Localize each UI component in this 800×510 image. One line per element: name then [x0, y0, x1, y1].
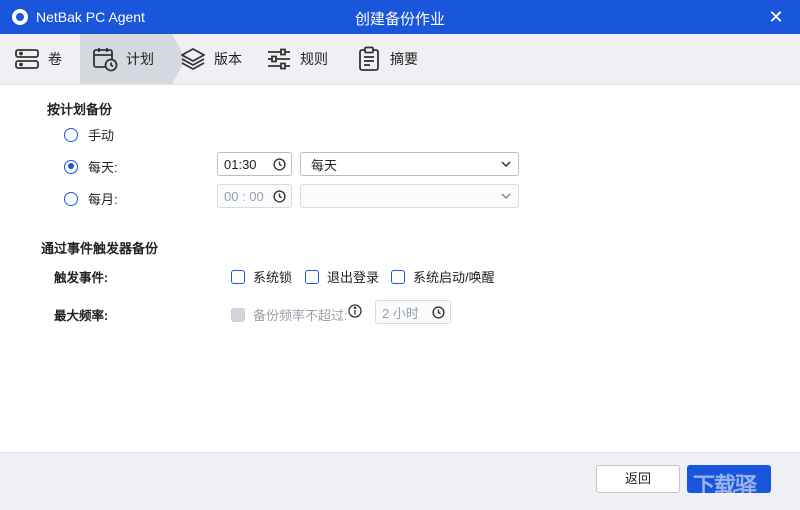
step-label: 计划: [126, 51, 154, 67]
dialog-footer: [0, 452, 800, 510]
radio-manual[interactable]: 手动: [64, 125, 114, 144]
daily-frequency-select[interactable]: 每天: [300, 152, 519, 176]
step-label: 摘要: [390, 51, 418, 67]
radio-daily[interactable]: 每天:: [64, 157, 118, 176]
radio-monthly[interactable]: 每月:: [64, 189, 118, 208]
window-title: 创建备份作业: [354, 11, 445, 28]
step-label: 卷: [48, 51, 62, 67]
checkbox[interactable]: [305, 269, 319, 284]
chevron-down-icon: [494, 192, 518, 200]
step-label: 版本: [214, 51, 242, 67]
radio-button[interactable]: [64, 159, 78, 174]
step-schedule[interactable]: 计划: [80, 34, 172, 84]
radio-button[interactable]: [64, 191, 78, 206]
layers-icon: [180, 46, 206, 72]
step-rules[interactable]: 规则: [266, 34, 328, 84]
trigger-events-label: 触发事件:: [54, 271, 109, 285]
chevron-down-icon: [494, 160, 518, 168]
volume-icon: [14, 46, 40, 72]
schedule-section-title: 按计划备份: [47, 102, 113, 117]
daily-time-picker[interactable]: 01:30: [217, 152, 292, 176]
radio-label: 每月:: [88, 192, 118, 207]
clipboard-list-icon: [356, 46, 382, 72]
step-versions[interactable]: 版本: [180, 34, 242, 84]
back-button[interactable]: 返回: [596, 465, 680, 493]
checkbox[interactable]: [391, 269, 405, 284]
info-icon[interactable]: [348, 304, 362, 321]
clock-icon: [267, 189, 291, 203]
trigger-logout[interactable]: 退出登录: [305, 267, 379, 286]
rate-limit-option[interactable]: 备份频率不超过:: [231, 305, 348, 324]
checkbox[interactable]: [231, 269, 245, 284]
clock-icon: [267, 157, 291, 171]
trigger-system-lock[interactable]: 系统锁: [231, 267, 292, 286]
checkbox[interactable]: [231, 307, 245, 322]
trigger-startup-wake[interactable]: 系统启动/唤醒: [391, 267, 495, 286]
checkbox-label: 系统锁: [253, 270, 293, 285]
step-summary[interactable]: 摘要: [356, 34, 418, 84]
checkbox-label: 系统启动/唤醒: [413, 270, 495, 285]
wizard-step-bar: 卷 计划 版本 规则 摘要: [0, 34, 800, 85]
radio-button[interactable]: [64, 127, 78, 142]
close-button[interactable]: ✕: [764, 5, 788, 29]
event-section-title: 通过事件触发器备份: [41, 241, 159, 256]
clock-icon: [426, 305, 450, 319]
checkbox-label: 备份频率不超过:: [253, 308, 348, 323]
step-volume[interactable]: 卷: [14, 34, 62, 84]
daily-time-value: 01:30: [224, 156, 257, 172]
max-rate-label: 最大频率:: [54, 309, 109, 323]
monthly-time-picker[interactable]: 00 : 00: [217, 184, 292, 208]
radio-label: 每天:: [88, 160, 118, 175]
step-label: 规则: [300, 51, 328, 67]
daily-frequency-value: 每天: [311, 157, 338, 173]
monthly-frequency-select[interactable]: [300, 184, 519, 208]
monthly-time-value: 00 : 00: [224, 188, 264, 204]
title-bar: NetBak PC Agent 创建备份作业 ✕: [0, 0, 800, 34]
radio-label: 手动: [88, 128, 115, 143]
sliders-icon: [266, 46, 292, 72]
checkbox-label: 退出登录: [327, 270, 380, 285]
watermark-text: 下载驿: [693, 473, 757, 498]
calendar-clock-icon: [92, 46, 118, 72]
rate-value: 2 小时: [382, 305, 419, 321]
rate-value-picker[interactable]: 2 小时: [375, 300, 451, 324]
